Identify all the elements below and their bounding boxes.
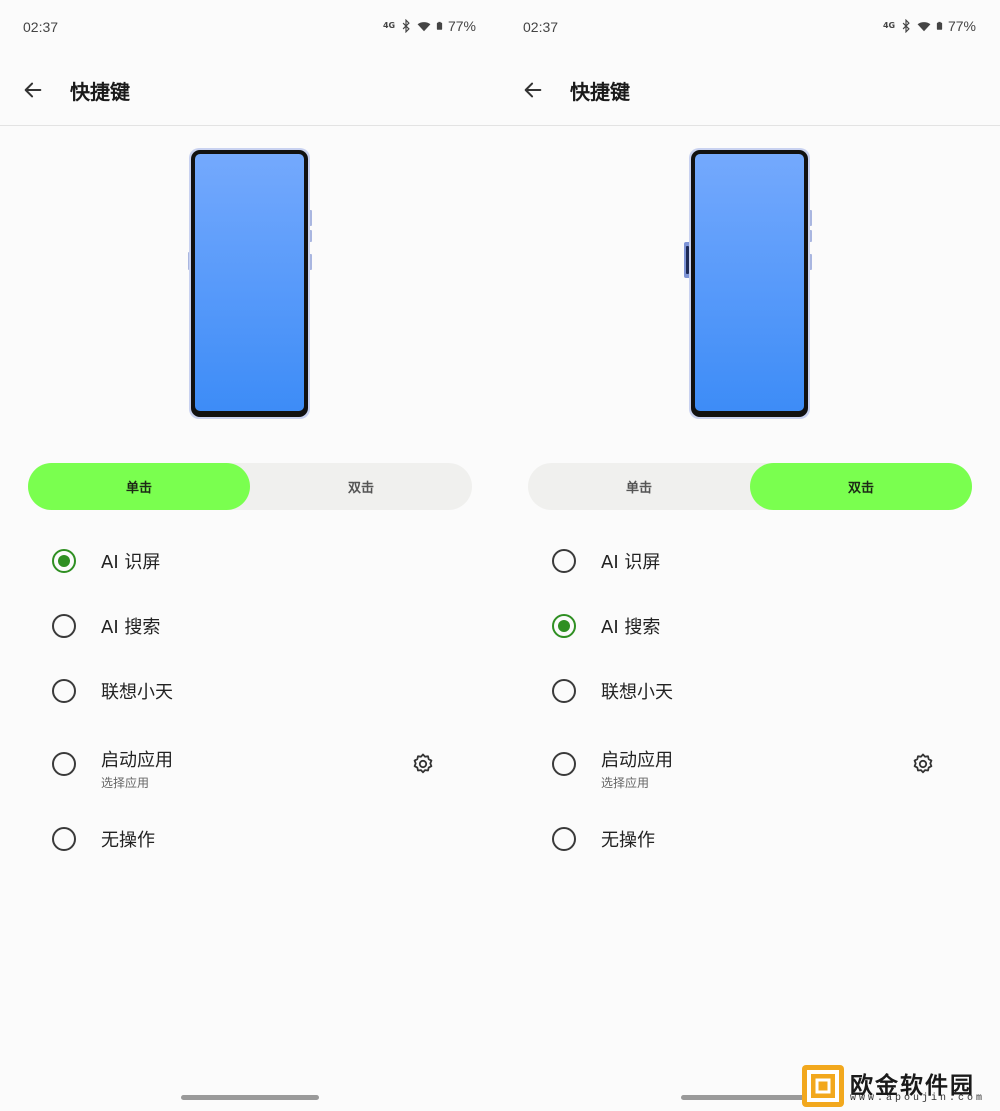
- gear-icon: [913, 753, 933, 774]
- option-label: 无操作: [101, 830, 155, 851]
- network-badge: 4G: [382, 21, 396, 30]
- app-settings-button[interactable]: [908, 749, 938, 779]
- network-badge: 4G: [882, 21, 896, 30]
- app-bar: 快捷键: [0, 62, 500, 118]
- bluetooth-icon: [402, 19, 410, 33]
- app-bar: 快捷键: [500, 62, 1000, 118]
- divider: [0, 125, 500, 126]
- back-button[interactable]: [18, 75, 48, 105]
- radio-button-selected[interactable]: [52, 549, 76, 573]
- battery-icon: [936, 21, 943, 30]
- watermark-url: www.apoujin.com: [850, 1093, 986, 1104]
- status-icons: 4G 77%: [383, 18, 476, 34]
- app-settings-button[interactable]: [408, 749, 438, 779]
- phone-illustration: [188, 148, 312, 419]
- option-subtitle: 选择应用: [101, 776, 150, 790]
- status-bar: 02:37 4G 77%: [0, 0, 500, 56]
- battery-icon: [436, 21, 443, 30]
- tap-mode-segmented-control: 单击 双击: [528, 463, 972, 510]
- option-lenovo-xiaotian[interactable]: 联想小天: [0, 661, 500, 721]
- option-lenovo-xiaotian[interactable]: 联想小天: [500, 661, 1000, 721]
- radio-button[interactable]: [552, 679, 576, 703]
- home-indicator[interactable]: [681, 1095, 819, 1100]
- back-button[interactable]: [518, 75, 548, 105]
- option-subtitle: 选择应用: [601, 776, 650, 790]
- watermark: 欧金软件园 www.apoujin.com: [800, 1063, 996, 1108]
- status-icons: 4G 77%: [883, 18, 976, 34]
- option-label: AI 识屏: [101, 552, 161, 573]
- divider: [500, 125, 1000, 126]
- option-label: 无操作: [601, 830, 655, 851]
- radio-button[interactable]: [552, 827, 576, 851]
- status-bar: 02:37 4G 77%: [500, 0, 1000, 56]
- radio-button[interactable]: [52, 679, 76, 703]
- gear-icon: [413, 753, 433, 774]
- option-ai-search[interactable]: AI 搜索: [0, 596, 500, 656]
- arrow-left-icon: [524, 82, 542, 98]
- option-label: 启动应用: [101, 750, 173, 771]
- wifi-icon: [917, 22, 931, 32]
- watermark-logo-icon: [802, 1065, 844, 1107]
- option-label: 启动应用: [601, 750, 673, 771]
- option-ai-screen[interactable]: AI 识屏: [500, 531, 1000, 591]
- arrow-left-icon: [24, 82, 42, 98]
- status-time: 02:37: [23, 19, 59, 35]
- panel-double-tap: 02:37 4G 77% 快捷键 单击 双击 AI 识屏 AI 搜索 联想小天 …: [500, 0, 1000, 1111]
- option-ai-search[interactable]: AI 搜索: [500, 596, 1000, 656]
- segment-single-tap[interactable]: 单击: [528, 463, 750, 510]
- status-time: 02:37: [523, 19, 559, 35]
- radio-button[interactable]: [52, 614, 76, 638]
- bluetooth-icon: [902, 19, 910, 33]
- segment-double-tap[interactable]: 双击: [750, 463, 972, 510]
- option-label: AI 搜索: [601, 617, 661, 638]
- phone-illustration: [684, 148, 812, 419]
- battery-percent: 77%: [447, 18, 476, 34]
- segment-single-tap[interactable]: 单击: [28, 463, 250, 510]
- panel-single-tap: 02:37 4G 77% 快捷键 单击 双击 AI 识屏 AI 搜索 联想小天 …: [0, 0, 500, 1111]
- radio-button[interactable]: [52, 752, 76, 776]
- option-no-action[interactable]: 无操作: [0, 809, 500, 869]
- option-ai-screen[interactable]: AI 识屏: [0, 531, 500, 591]
- battery-percent: 77%: [947, 18, 976, 34]
- tap-mode-segmented-control: 单击 双击: [28, 463, 472, 510]
- option-label: 联想小天: [101, 682, 173, 703]
- option-launch-app[interactable]: 启动应用 选择应用: [500, 734, 1000, 794]
- page-title: 快捷键: [570, 80, 630, 104]
- option-label: 联想小天: [601, 682, 673, 703]
- radio-button[interactable]: [552, 752, 576, 776]
- wifi-icon: [417, 22, 431, 32]
- radio-button[interactable]: [552, 549, 576, 573]
- radio-button-selected[interactable]: [552, 614, 576, 638]
- segment-double-tap[interactable]: 双击: [250, 463, 472, 510]
- option-label: AI 搜索: [101, 617, 161, 638]
- option-label: AI 识屏: [601, 552, 661, 573]
- option-launch-app[interactable]: 启动应用 选择应用: [0, 734, 500, 794]
- option-no-action[interactable]: 无操作: [500, 809, 1000, 869]
- home-indicator[interactable]: [181, 1095, 319, 1100]
- page-title: 快捷键: [70, 80, 130, 104]
- radio-button[interactable]: [52, 827, 76, 851]
